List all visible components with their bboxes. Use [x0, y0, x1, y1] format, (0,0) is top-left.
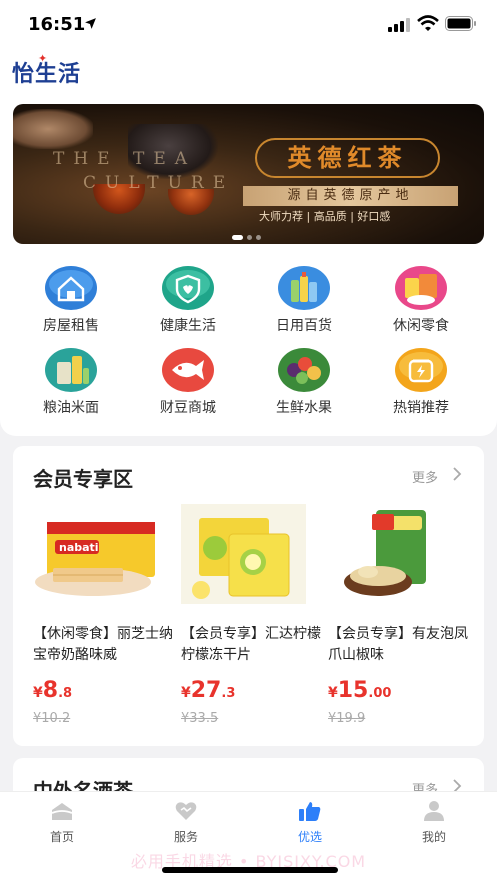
category-health-life[interactable]: 健康生活: [133, 266, 243, 340]
price-integer: 8: [42, 678, 59, 703]
daily-goods-icon: [278, 266, 330, 310]
price-integer: 27: [190, 678, 222, 703]
banner-english-line2: CULTURE: [83, 173, 235, 193]
product-name: 【会员专享】汇达柠檬柠檬冻干片: [181, 626, 321, 663]
section-title: 会员专享区: [33, 467, 133, 491]
fruit-icon: [278, 348, 330, 392]
category-label: 热销推荐: [393, 400, 449, 416]
tab-mine[interactable]: 我的: [394, 800, 474, 850]
fish-mall-icon: [162, 348, 214, 392]
promo-banner[interactable]: THE TEA CULTURE 英德红茶 源自英德原产地 大师力荐 | 高品质 …: [13, 104, 484, 244]
banner-english-line1: THE TEA: [53, 149, 197, 169]
product-image-chicken-feet: [328, 504, 453, 604]
product-image-wafer: nabati: [33, 504, 158, 604]
home-icon: [51, 803, 73, 820]
battery-icon: [445, 16, 476, 31]
category-label: 财豆商城: [160, 400, 216, 416]
category-label: 健康生活: [160, 318, 216, 334]
tab-label: 优选: [297, 830, 322, 844]
price-decimal: .3: [221, 686, 236, 701]
product-name: 【会员专享】有友泡凤爪山椒味: [328, 626, 468, 663]
tab-home[interactable]: 首页: [22, 800, 102, 850]
product-original-price: ¥19.9: [328, 711, 366, 726]
location-arrow-icon: [85, 18, 96, 29]
product-original-price: ¥10.2: [33, 711, 71, 726]
chevron-right-icon[interactable]: [452, 467, 462, 481]
category-snacks[interactable]: 休闲零食: [366, 266, 476, 340]
cellular-signal-icon: [388, 18, 410, 32]
price-symbol: ¥: [328, 685, 338, 701]
product-price: ¥15.00: [328, 678, 391, 703]
svg-text:nabati: nabati: [59, 541, 99, 554]
grain-oil-icon: [45, 348, 97, 392]
banner-title: 英德红茶: [255, 138, 440, 178]
house-icon: [45, 266, 97, 310]
tab-preferred[interactable]: 优选: [270, 800, 350, 850]
status-bar: 16:51: [0, 0, 497, 48]
app-header: 怡生活 ✦: [0, 48, 497, 100]
heart-icon: [175, 802, 197, 820]
thumbs-up-icon: [299, 802, 321, 821]
category-daily-goods[interactable]: 日用百货: [249, 266, 359, 340]
tab-label: 首页: [49, 830, 74, 844]
category-caidou-mall[interactable]: 财豆商城: [133, 348, 243, 422]
pagination-dot: [247, 235, 252, 240]
product-card[interactable]: 【会员专享】有友泡凤爪山椒味 ¥15.00 ¥19.9: [328, 504, 468, 729]
logo-star-icon: ✦: [38, 52, 48, 65]
price-decimal: .8: [58, 686, 73, 701]
category-label: 房屋租售: [43, 318, 99, 334]
product-price: ¥8.8: [33, 678, 72, 703]
category-label: 生鲜水果: [276, 400, 332, 416]
more-link[interactable]: 更多: [412, 467, 438, 486]
category-label: 休闲零食: [393, 318, 449, 334]
product-card[interactable]: 【会员专享】汇达柠檬柠檬冻干片 ¥27.3 ¥33.5: [181, 504, 321, 729]
category-label: 粮油米面: [43, 400, 99, 416]
category-fresh-fruit[interactable]: 生鲜水果: [249, 348, 359, 422]
banner-tags: 大师力荐 | 高品质 | 好口感: [259, 210, 391, 223]
product-image-lemon: [181, 504, 306, 604]
banner-hand-graphic: [13, 109, 93, 149]
banner-pagination: [232, 235, 261, 240]
status-time: 16:51: [28, 14, 86, 35]
tab-label: 我的: [421, 830, 446, 844]
health-shield-icon: [162, 266, 214, 310]
product-original-price: ¥33.5: [181, 711, 219, 726]
price-symbol: ¥: [181, 685, 191, 701]
home-indicator[interactable]: [162, 867, 338, 873]
banner-subtitle: 源自英德原产地: [243, 186, 458, 206]
pagination-dot: [256, 235, 261, 240]
price-symbol: ¥: [33, 685, 43, 701]
member-exclusive-section: 会员专享区 更多 nabati 【休闲零食】丽芝士纳宝帝奶酪味威 ¥8.8 ¥1…: [13, 446, 484, 746]
hot-sale-icon: [395, 348, 447, 392]
product-name: 【休闲零食】丽芝士纳宝帝奶酪味威: [33, 626, 173, 663]
snacks-icon: [395, 266, 447, 310]
price-integer: 15: [337, 678, 369, 703]
tab-service[interactable]: 服务: [146, 800, 226, 850]
category-grain-oil[interactable]: 粮油米面: [16, 348, 126, 422]
tab-label: 服务: [173, 830, 198, 844]
wifi-icon: [417, 15, 439, 31]
category-label: 日用百货: [276, 318, 332, 334]
category-hot-sale[interactable]: 热销推荐: [366, 348, 476, 422]
price-decimal: .00: [368, 686, 392, 701]
pagination-dot-active: [232, 235, 243, 240]
product-card[interactable]: nabati 【休闲零食】丽芝士纳宝帝奶酪味威 ¥8.8 ¥10.2: [33, 504, 173, 729]
top-card: THE TEA CULTURE 英德红茶 源自英德原产地 大师力荐 | 高品质 …: [0, 100, 497, 436]
user-icon: [424, 801, 444, 821]
product-price: ¥27.3: [181, 678, 235, 703]
category-house-rental[interactable]: 房屋租售: [16, 266, 126, 340]
